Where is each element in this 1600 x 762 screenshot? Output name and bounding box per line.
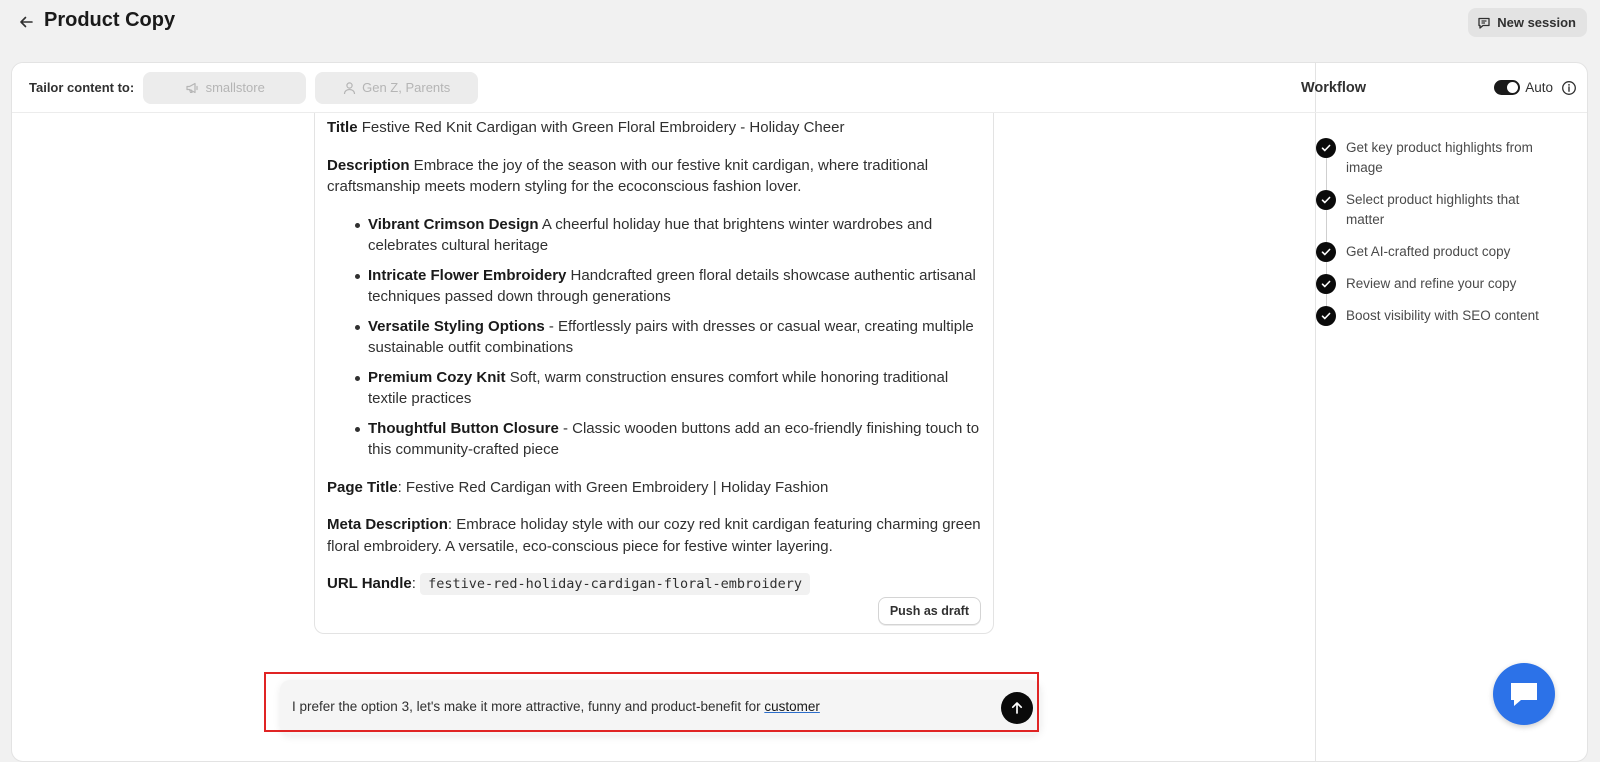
top-bar: Product Copy New session bbox=[0, 0, 1600, 60]
page-title-value: : Festive Red Cardigan with Green Embroi… bbox=[397, 478, 829, 496]
step-connector bbox=[1325, 210, 1327, 242]
workflow-header: Workflow Auto bbox=[1289, 63, 1587, 113]
list-item: Intricate Flower Embroidery Handcrafted … bbox=[327, 265, 987, 308]
auto-toggle[interactable] bbox=[1494, 80, 1521, 95]
check-icon bbox=[1316, 190, 1336, 210]
step-connector bbox=[1325, 158, 1327, 190]
check-icon bbox=[1316, 274, 1336, 294]
title-value: Festive Red Knit Cardigan with Green Flo… bbox=[357, 119, 845, 136]
auto-label: Auto bbox=[1525, 80, 1553, 95]
generated-copy-card: Title Festive Red Knit Cardigan with Gre… bbox=[314, 109, 994, 634]
description-value: Embrace the joy of the season with our f… bbox=[327, 156, 929, 196]
url-handle-row: URL Handle: festive-red-holiday-cardigan… bbox=[327, 573, 987, 596]
new-session-button[interactable]: New session bbox=[1468, 8, 1587, 37]
content-column: Title Festive Red Knit Cardigan with Gre… bbox=[12, 63, 1316, 761]
info-icon[interactable] bbox=[1561, 80, 1577, 96]
chat-icon bbox=[1478, 17, 1490, 29]
list-item: Thoughtful Button Closure - Classic wood… bbox=[327, 418, 987, 461]
description-row: Description Embrace the joy of the seaso… bbox=[327, 155, 987, 198]
check-icon bbox=[1316, 138, 1336, 158]
chat-input-text[interactable]: I prefer the option 3, let's make it mor… bbox=[292, 699, 820, 714]
chat-text-main: I prefer the option 3, let's make it mor… bbox=[292, 699, 765, 714]
highlight-list: Vibrant Crimson Design A cheerful holida… bbox=[327, 214, 987, 461]
bullet-head: Vibrant Crimson Design bbox=[368, 215, 539, 233]
list-item: Premium Cozy Knit Soft, warm constructio… bbox=[327, 367, 987, 410]
support-chat-button[interactable] bbox=[1493, 663, 1555, 725]
main-card: Title Festive Red Knit Cardigan with Gre… bbox=[11, 62, 1588, 762]
push-as-draft-button[interactable]: Push as draft bbox=[877, 597, 981, 625]
store-chip-label: smallstore bbox=[205, 80, 265, 95]
list-item: Vibrant Crimson Design A cheerful holida… bbox=[327, 214, 987, 257]
tailor-label: Tailor content to: bbox=[29, 80, 135, 95]
step-label: Boost visibility with SEO content bbox=[1346, 308, 1539, 323]
step-connector bbox=[1325, 262, 1327, 274]
url-separator: : bbox=[411, 575, 421, 592]
bullet-head: Intricate Flower Embroidery bbox=[368, 266, 567, 284]
megaphone-icon bbox=[185, 82, 198, 93]
store-chip[interactable]: smallstore bbox=[143, 71, 307, 104]
list-item: Versatile Styling Options - Effortlessly… bbox=[327, 316, 987, 359]
url-handle-value: festive-red-holiday-cardigan-floral-embr… bbox=[420, 573, 810, 595]
workflow-steps: Get key product highlights from image Se… bbox=[1316, 138, 1556, 338]
workflow-step: Boost visibility with SEO content bbox=[1316, 306, 1556, 326]
tailor-bar: Tailor content to: smallstore Gen Z, Par… bbox=[12, 63, 1315, 113]
workflow-step: Select product highlights that matter bbox=[1316, 190, 1556, 242]
meta-description-label: Meta Description bbox=[327, 516, 448, 533]
chat-input[interactable]: I prefer the option 3, let's make it mor… bbox=[280, 680, 1041, 735]
page-title: Product Copy bbox=[44, 9, 176, 31]
chat-bubble-icon bbox=[1511, 683, 1537, 706]
audience-chip[interactable]: Gen Z, Parents bbox=[315, 71, 479, 104]
chat-text-underlined: customer bbox=[764, 699, 820, 714]
step-label: Select product highlights that matter bbox=[1346, 192, 1520, 227]
step-label: Get key product highlights from image bbox=[1346, 140, 1533, 175]
send-button[interactable] bbox=[1001, 692, 1033, 724]
bullet-head: Versatile Styling Options bbox=[368, 317, 545, 335]
meta-description-row: Meta Description: Embrace holiday style … bbox=[327, 514, 987, 557]
title-label: Title bbox=[327, 119, 358, 136]
bullet-head: Premium Cozy Knit bbox=[368, 368, 506, 386]
workflow-step: Review and refine your copy bbox=[1316, 274, 1556, 306]
workflow-panel: Workflow Auto Get key product highlights… bbox=[1289, 63, 1587, 761]
arrow-left-icon[interactable] bbox=[14, 10, 38, 34]
workflow-step: Get AI-crafted product copy bbox=[1316, 242, 1556, 274]
step-connector bbox=[1325, 294, 1327, 306]
bullet-head: Thoughtful Button Closure bbox=[368, 419, 559, 437]
step-label: Review and refine your copy bbox=[1346, 276, 1517, 291]
workflow-title: Workflow bbox=[1301, 79, 1366, 96]
step-label: Get AI-crafted product copy bbox=[1346, 244, 1511, 259]
page-title-row: Page Title: Festive Red Cardigan with Gr… bbox=[327, 477, 987, 499]
description-label: Description bbox=[327, 156, 410, 174]
new-session-label: New session bbox=[1497, 15, 1576, 30]
check-icon bbox=[1316, 306, 1336, 326]
url-handle-label: URL Handle bbox=[327, 575, 412, 592]
page-title-label: Page Title bbox=[327, 478, 398, 496]
workflow-step: Get key product highlights from image bbox=[1316, 138, 1556, 190]
title-row: Title Festive Red Knit Cardigan with Gre… bbox=[327, 117, 987, 139]
check-icon bbox=[1316, 242, 1336, 262]
audience-chip-label: Gen Z, Parents bbox=[362, 80, 451, 95]
person-icon bbox=[344, 81, 356, 94]
arrow-up-icon bbox=[1011, 702, 1023, 714]
generated-copy-content: Title Festive Red Knit Cardigan with Gre… bbox=[327, 117, 987, 612]
